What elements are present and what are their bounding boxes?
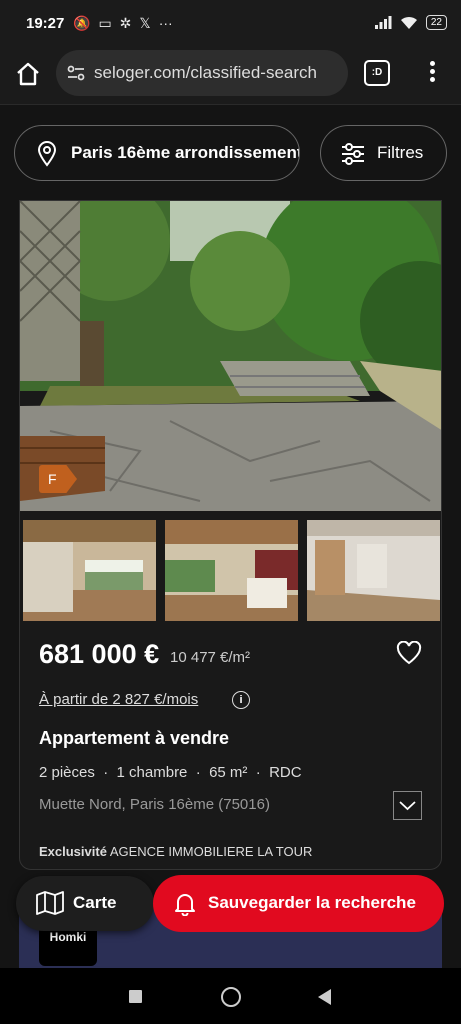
search-header: Paris 16ème arrondissement Filtres (0, 104, 461, 201)
browser-toolbar: seloger.com/classified-search :D (0, 48, 461, 104)
property-features: 2 pièces · 1 chambre · 65 m² · RDC (39, 764, 302, 781)
bell-icon (175, 894, 195, 916)
x-icon: 𝕏 (139, 15, 151, 31)
address-bar[interactable]: seloger.com/classified-search (56, 50, 348, 96)
exclusive-label: Exclusivité (39, 844, 107, 859)
agency-line: Exclusivité AGENCE IMMOBILIERE LA TOUR (39, 844, 312, 859)
battery-icon: 22 (425, 15, 447, 30)
filters-button[interactable]: Filtres (320, 125, 447, 181)
recents-icon[interactable] (129, 990, 142, 1003)
map-icon (36, 891, 64, 915)
screencast-icon: ▭ (98, 15, 112, 31)
listing-main-photo[interactable] (20, 201, 441, 511)
mute-bell-icon: 🔕 (73, 15, 91, 31)
system-navigation-bar (0, 968, 461, 1024)
listing-thumbnail[interactable] (23, 520, 156, 621)
status-notification-icons: 🔕 ▭ ✲ 𝕏 ··· (73, 15, 173, 32)
monthly-payment-link[interactable]: À partir de 2 827 €/mois (39, 691, 198, 708)
wifi-icon (400, 16, 417, 29)
agency-name: AGENCE IMMOBILIERE LA TOUR (109, 844, 313, 859)
more-icon: ··· (158, 15, 173, 31)
listing-card[interactable]: F 681 000 € 10 477 €/m² À partir de 2 82… (19, 200, 442, 870)
save-search-label: Sauvegarder la recherche (208, 893, 416, 912)
home-nav-icon[interactable] (221, 987, 241, 1007)
listing-thumbnail[interactable] (165, 520, 298, 621)
back-icon[interactable] (318, 989, 331, 1005)
home-icon[interactable] (14, 60, 42, 88)
filters-icon (342, 143, 364, 165)
price-per-m2: 10 477 €/m² (170, 649, 251, 666)
listing-thumbnail[interactable] (307, 520, 440, 621)
status-bar: 19:27 🔕 ▭ ✲ 𝕏 ··· 22 (0, 0, 461, 48)
location-label: Paris 16ème arrondissement (71, 143, 300, 162)
status-time: 19:27 (26, 15, 65, 32)
location-pin-icon (37, 141, 57, 167)
site-settings-icon[interactable] (66, 63, 86, 83)
info-icon[interactable]: i (232, 691, 250, 709)
map-button-label: Carte (73, 893, 117, 912)
listing-price: 681 000 € (39, 639, 160, 669)
save-search-button[interactable]: Sauvegarder la recherche (153, 875, 444, 932)
filters-label: Filtres (377, 143, 424, 162)
notification-icon: ✲ (119, 15, 132, 31)
expand-button[interactable] (393, 791, 422, 820)
url-text: seloger.com/classified-search (94, 63, 317, 82)
chevron-down-icon (399, 801, 416, 811)
property-type: Appartement à vendre (39, 728, 230, 748)
heart-icon[interactable] (396, 641, 422, 665)
map-button[interactable]: Carte (16, 876, 154, 931)
signal-icon (374, 16, 392, 29)
browser-menu-icon[interactable] (424, 59, 440, 87)
location-search-button[interactable]: Paris 16ème arrondissement (14, 125, 300, 181)
status-system-icons: 22 (374, 15, 447, 30)
tab-switcher-button[interactable]: :D (364, 60, 390, 86)
property-address: Muette Nord, Paris 16ème (75016) (39, 796, 270, 813)
